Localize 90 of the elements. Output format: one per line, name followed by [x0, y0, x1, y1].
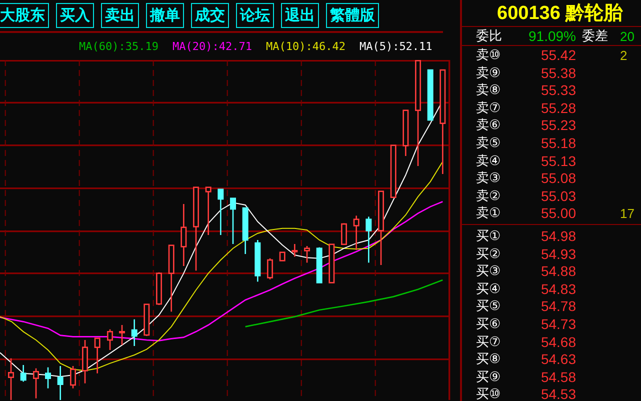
order-price: 54.73	[540, 316, 576, 332]
order-level-label: 卖②	[476, 188, 502, 205]
candlestick	[390, 144, 396, 198]
order-volume: 2	[620, 48, 628, 62]
moving-average-label: MA(5):52.11	[359, 40, 432, 53]
candlestick	[341, 223, 347, 245]
stock-title: 600136 黔轮胎	[497, 2, 623, 26]
menu-button[interactable]: 成交	[191, 3, 229, 28]
order-level-label: 卖⑦	[476, 100, 502, 117]
order-level-label: 买②	[476, 246, 502, 263]
menu-button[interactable]: 撤单	[146, 3, 184, 28]
order-level-label: 买⑥	[476, 316, 502, 333]
order-level-label: 买①	[476, 228, 502, 245]
order-price: 55.33	[540, 82, 576, 98]
menu-button[interactable]: 繁體版	[326, 3, 379, 28]
candlestick	[82, 340, 88, 384]
candlestick	[316, 247, 322, 284]
order-price: 54.63	[540, 351, 576, 368]
order-price: 55.42	[540, 47, 576, 63]
candlestick	[427, 69, 434, 121]
candlestick	[57, 366, 64, 400]
candlestick	[242, 207, 248, 254]
candlestick	[119, 325, 125, 345]
order-price: 54.88	[540, 263, 576, 280]
candlestick	[304, 246, 310, 263]
candlestick	[366, 216, 372, 263]
candlestick	[402, 110, 409, 156]
order-price: 54.98	[540, 228, 576, 244]
order-price: 54.68	[540, 334, 576, 350]
candlestick	[279, 252, 286, 262]
order-price: 55.00	[540, 205, 576, 222]
candlestick	[70, 366, 76, 388]
candlestick	[328, 244, 335, 284]
candlestick	[131, 319, 138, 346]
order-level-label: 卖⑧	[476, 82, 502, 100]
moving-average-label: MA(20):42.71	[172, 40, 252, 53]
candlestick	[94, 338, 100, 374]
candlestick	[107, 329, 113, 350]
order-price: 54.93	[540, 246, 576, 262]
order-level-label: 买④	[476, 280, 502, 298]
order-price: 55.28	[540, 100, 576, 116]
candlestick	[353, 216, 360, 250]
order-price: 55.23	[540, 117, 576, 134]
ratio-label: 委比	[476, 28, 503, 45]
order-price: 54.78	[540, 298, 576, 314]
order-level-label: 买⑧	[476, 351, 502, 368]
order-level-label: 卖⑥	[476, 117, 502, 134]
order-level-label: 卖①	[476, 205, 502, 222]
order-price: 54.53	[540, 386, 576, 401]
menu-button[interactable]: 买入	[56, 3, 94, 28]
menu-button[interactable]: 大股东	[0, 3, 49, 28]
menu-button[interactable]: 论坛	[236, 3, 274, 28]
candlestick	[180, 204, 187, 266]
order-price: 55.08	[540, 170, 576, 186]
candlestick	[292, 244, 298, 257]
candlestick	[230, 198, 236, 244]
candlestick	[33, 368, 39, 398]
candlestick	[218, 188, 224, 235]
order-level-label: 买③	[476, 263, 502, 280]
order-price: 55.18	[540, 134, 576, 151]
order-price: 55.13	[540, 152, 576, 169]
order-level-label: 卖③	[476, 170, 502, 188]
order-price: 55.38	[540, 64, 576, 81]
order-level-label: 卖④	[476, 152, 502, 170]
candlestick	[168, 244, 174, 312]
order-level-label: 买⑨	[476, 368, 502, 386]
candlestick	[156, 272, 162, 305]
candlestick	[254, 240, 261, 282]
order-price: 54.83	[540, 280, 576, 297]
candlestick	[45, 367, 51, 388]
order-volume: 17	[620, 206, 636, 221]
order-level-label: 卖⑩	[476, 47, 502, 64]
order-level-label: 卖⑤	[476, 134, 502, 152]
candlestick	[20, 365, 26, 382]
order-level-label: 买⑤	[476, 298, 502, 316]
candlestick	[144, 304, 150, 336]
moving-average-label: MA(60):35.19	[79, 40, 158, 53]
candlestick	[267, 258, 273, 280]
menu-button[interactable]: 卖出	[101, 3, 139, 28]
order-level-label: 买⑩	[476, 386, 502, 401]
candlestick	[205, 186, 212, 235]
diff-label: 委差	[581, 28, 609, 45]
order-price: 54.58	[540, 368, 576, 385]
moving-average-label: MA(10):46.42	[266, 40, 346, 53]
order-price: 55.03	[540, 188, 576, 204]
diff-value: 20	[620, 28, 636, 44]
order-level-label: 买⑦	[476, 334, 502, 350]
ratio-value: 91.09%	[528, 28, 576, 44]
order-level-label: 卖⑨	[476, 64, 502, 82]
menu-button[interactable]: 退出	[281, 3, 319, 28]
